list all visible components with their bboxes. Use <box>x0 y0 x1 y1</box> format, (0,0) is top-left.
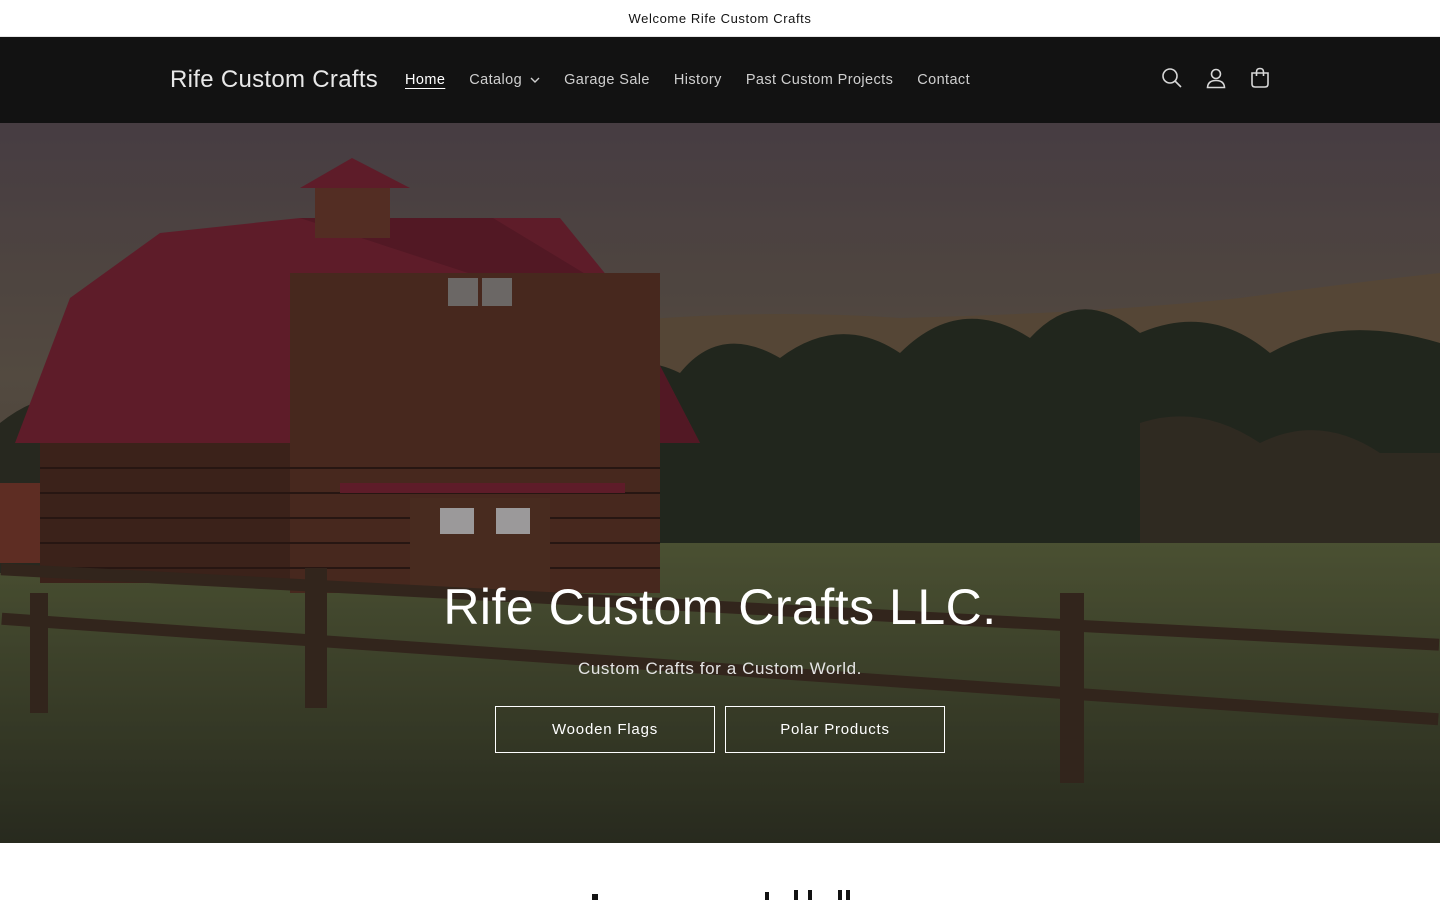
wooden-flags-button[interactable]: Wooden Flags <box>495 706 715 753</box>
nav-item-home[interactable]: Home <box>393 37 457 123</box>
polar-products-button[interactable]: Polar Products <box>725 706 945 753</box>
site-logo[interactable]: Rife Custom Crafts <box>170 37 378 123</box>
main-nav: Home Catalog Garage Sale History Past Cu… <box>393 37 982 123</box>
announcement-bar: Welcome Rife Custom Crafts <box>0 0 1440 37</box>
hero-title: Rife Custom Crafts LLC. <box>443 579 997 635</box>
nav-item-label: Garage Sale <box>564 72 650 88</box>
nav-item-contact[interactable]: Contact <box>905 37 982 123</box>
chevron-down-icon <box>530 77 540 83</box>
nav-item-garage-sale[interactable]: Garage Sale <box>552 37 662 123</box>
hero-dim-overlay <box>0 123 1440 843</box>
nav-item-catalog[interactable]: Catalog <box>457 37 552 123</box>
hero-subtitle: Custom Crafts for a Custom World. <box>578 659 862 678</box>
next-section <box>0 843 1440 900</box>
account-icon <box>1205 67 1227 94</box>
nav-item-label: Home <box>405 72 446 88</box>
cart-button[interactable] <box>1238 58 1282 102</box>
announcement-text: Welcome Rife Custom Crafts <box>628 10 812 26</box>
nav-item-label: Contact <box>917 72 971 88</box>
search-button[interactable] <box>1150 58 1194 102</box>
hero-banner: Rife Custom Crafts LLC. Custom Crafts fo… <box>0 123 1440 843</box>
header-icons <box>1150 37 1282 123</box>
site-header: Rife Custom Crafts Home Catalog Garage S… <box>0 37 1440 123</box>
cart-icon <box>1249 67 1271 94</box>
nav-item-label: History <box>673 72 722 88</box>
nav-item-label: Past Custom Projects <box>745 72 894 88</box>
nav-item-past-custom-projects[interactable]: Past Custom Projects <box>734 37 905 123</box>
nav-item-history[interactable]: History <box>662 37 734 123</box>
account-button[interactable] <box>1194 58 1238 102</box>
nav-item-label: Catalog <box>469 72 523 88</box>
search-icon <box>1161 67 1183 94</box>
cropped-heading-glyphs <box>592 890 850 900</box>
